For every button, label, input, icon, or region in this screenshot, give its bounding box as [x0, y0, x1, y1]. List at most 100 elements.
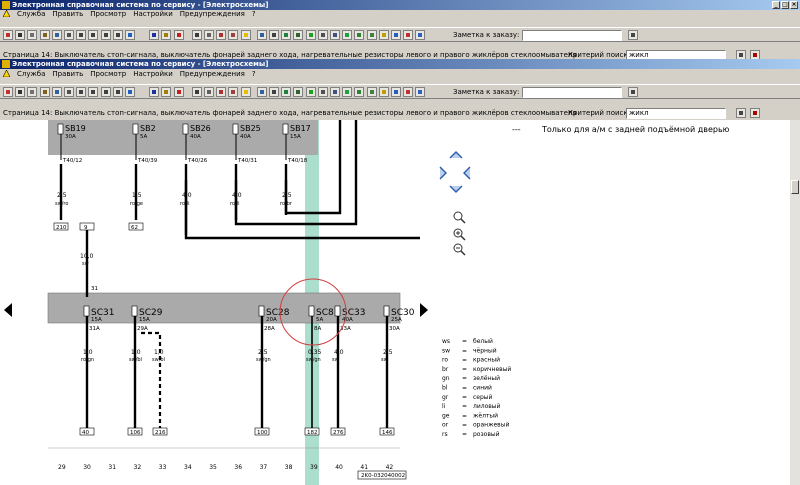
back-toolbar-button-32[interactable]	[415, 30, 426, 40]
back-toolbar-button-6[interactable]	[76, 30, 87, 40]
zoom-out-icon[interactable]	[453, 243, 466, 256]
back-toolbar-button-8[interactable]	[100, 30, 111, 40]
back-toolbar-button-15[interactable]	[204, 30, 214, 40]
zoom-in-icon[interactable]	[453, 211, 466, 224]
front-toolbar-button-18[interactable]	[240, 87, 251, 97]
back-toolbar-button-5[interactable]	[64, 30, 74, 40]
legend-code: ge	[442, 412, 450, 419]
back-toolbar-button-16[interactable]	[216, 30, 227, 40]
front-toolbar-button-12[interactable]	[161, 87, 172, 97]
front-toolbar-button-8[interactable]	[100, 87, 111, 97]
front-toolbar-button-28[interactable]	[366, 87, 377, 97]
front-toolbar-button-14[interactable]	[191, 87, 202, 97]
front-note-input[interactable]	[522, 87, 622, 98]
front-toolbar-button-7[interactable]	[88, 87, 99, 97]
back-menu-edit[interactable]: Править	[52, 10, 83, 19]
front-toolbar-button-13[interactable]	[173, 87, 184, 97]
back-menu-warnings[interactable]: Предупреждения	[180, 10, 245, 19]
legend-eq: =	[462, 347, 467, 354]
front-toolbar-button-17[interactable]	[228, 87, 239, 97]
scroll-right-arrow[interactable]	[420, 303, 428, 317]
front-search-next-button[interactable]	[750, 108, 760, 118]
back-toolbar-button-19[interactable]	[256, 30, 267, 40]
vertical-scrollbar[interactable]	[790, 120, 800, 485]
back-note-edit-button[interactable]	[628, 30, 638, 40]
back-toolbar-button-4[interactable]	[51, 30, 62, 40]
back-toolbar-button-27[interactable]	[354, 30, 365, 40]
back-toolbar-button-11[interactable]	[149, 30, 160, 40]
pan-arrows-icon[interactable]	[439, 151, 471, 193]
zoom-plus-icon[interactable]	[453, 228, 466, 241]
back-minimize-button[interactable]: _	[772, 1, 780, 9]
back-toolbar-button-13[interactable]	[173, 30, 184, 40]
back-toolbar-button-2[interactable]	[27, 30, 38, 40]
front-menu-warnings[interactable]: Предупреждения	[180, 70, 245, 79]
scroll-left-arrow[interactable]	[4, 303, 12, 317]
front-toolbar-button-4[interactable]	[51, 87, 62, 97]
back-menu-settings[interactable]: Настройки	[133, 10, 173, 19]
back-menu-view[interactable]: Просмотр	[90, 10, 126, 19]
front-toolbar-button-0[interactable]	[3, 87, 13, 97]
front-toolbar-button-3[interactable]	[39, 87, 50, 97]
front-toolbar-button-22[interactable]	[293, 87, 304, 97]
back-note-input[interactable]	[522, 30, 622, 41]
back-toolbar-button-28[interactable]	[366, 30, 377, 40]
front-toolbar-button-25[interactable]	[330, 87, 340, 97]
back-toolbar-button-17[interactable]	[228, 30, 239, 40]
back-toolbar-button-14[interactable]	[191, 30, 202, 40]
front-search-select[interactable]: жикл	[626, 108, 726, 119]
front-menu-service[interactable]: Служба	[17, 70, 45, 79]
schematic-canvas[interactable]: --- Только для а/м с задней подъёмной дв…	[0, 120, 790, 485]
back-toolbar-button-9[interactable]	[112, 30, 123, 40]
front-search-button[interactable]	[736, 108, 746, 118]
back-toolbar-button-25[interactable]	[330, 30, 340, 40]
back-toolbar-button-30[interactable]	[391, 30, 401, 40]
front-menu-view[interactable]: Просмотр	[90, 70, 126, 79]
back-toolbar-button-10[interactable]	[125, 30, 135, 40]
front-menu-help[interactable]: ?	[252, 70, 256, 79]
front-toolbar-button-16[interactable]	[216, 87, 227, 97]
front-toolbar-button-9[interactable]	[112, 87, 123, 97]
front-toolbar-button-6[interactable]	[76, 87, 87, 97]
front-toolbar-button-27[interactable]	[354, 87, 365, 97]
back-toolbar-button-0[interactable]	[3, 30, 13, 40]
back-toolbar-button-1[interactable]	[15, 30, 26, 40]
front-toolbar-button-30[interactable]	[391, 87, 401, 97]
front-toolbar-button-11[interactable]	[149, 87, 160, 97]
back-toolbar-button-22[interactable]	[293, 30, 304, 40]
front-toolbar-button-15[interactable]	[204, 87, 214, 97]
back-menu-help[interactable]: ?	[252, 10, 256, 19]
back-toolbar-button-20[interactable]	[269, 30, 279, 40]
back-toolbar-button-24[interactable]	[317, 30, 328, 40]
front-toolbar-button-23[interactable]	[305, 87, 316, 97]
front-toolbar-button-19[interactable]	[256, 87, 267, 97]
front-toolbar-button-5[interactable]	[64, 87, 74, 97]
scrollbar-thumb[interactable]	[791, 180, 799, 194]
front-menu-settings[interactable]: Настройки	[133, 70, 173, 79]
back-toolbar-button-21[interactable]	[281, 30, 292, 40]
back-toolbar-button-31[interactable]	[403, 30, 414, 40]
back-close-button[interactable]: ×	[790, 1, 798, 9]
back-toolbar-button-29[interactable]	[378, 30, 389, 40]
front-menu-edit[interactable]: Править	[52, 70, 83, 79]
back-toolbar-button-7[interactable]	[88, 30, 99, 40]
front-toolbar-button-10[interactable]	[125, 87, 135, 97]
front-toolbar-button-20[interactable]	[269, 87, 279, 97]
front-toolbar-button-29[interactable]	[378, 87, 389, 97]
back-toolbar-button-26[interactable]	[342, 30, 353, 40]
front-note-edit-button[interactable]	[628, 87, 638, 97]
back-maximize-button[interactable]: □	[781, 1, 789, 9]
front-toolbar-button-2[interactable]	[27, 87, 38, 97]
top-fuse-symbol	[57, 123, 64, 135]
front-toolbar-button-1[interactable]	[15, 87, 26, 97]
front-toolbar-button-32[interactable]	[415, 87, 426, 97]
back-toolbar-button-18[interactable]	[240, 30, 251, 40]
back-menu-service[interactable]: Служба	[17, 10, 45, 19]
back-toolbar-button-23[interactable]	[305, 30, 316, 40]
front-toolbar-button-21[interactable]	[281, 87, 292, 97]
back-toolbar-button-12[interactable]	[161, 30, 172, 40]
back-toolbar-button-3[interactable]	[39, 30, 50, 40]
front-toolbar-button-24[interactable]	[317, 87, 328, 97]
front-toolbar-button-31[interactable]	[403, 87, 414, 97]
front-toolbar-button-26[interactable]	[342, 87, 353, 97]
